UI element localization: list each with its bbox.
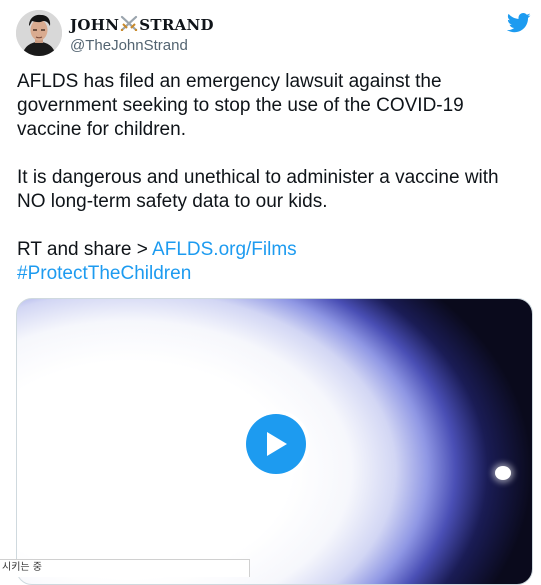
display-name[interactable]: JOHN STRAND [70,15,214,35]
person-portrait-icon [16,10,62,56]
twitter-bird-icon[interactable] [506,12,531,34]
author-handle[interactable]: @TheJohnStrand [70,37,188,54]
display-name-last: STRAND [139,16,214,34]
display-name-first: JOHN [70,16,120,34]
tweet-paragraph: RT and share > AFLDS.org/Films #ProtectTh… [17,238,532,286]
crossed-swords-icon [120,15,138,35]
hashtag-link[interactable]: #ProtectTheChildren [17,263,191,284]
avatar[interactable] [16,10,62,56]
light-orb [495,466,511,480]
overlay-status-text: 시키는 중 [0,559,250,577]
tweet-paragraph: AFLDS has filed an emergency lawsuit aga… [17,71,464,140]
films-link[interactable]: AFLDS.org/Films [152,239,297,260]
play-icon [267,432,287,456]
tweet-text: AFLDS has filed an emergency lawsuit aga… [17,70,532,286]
play-button[interactable] [246,414,306,474]
tweet-paragraph: It is dangerous and unethical to adminis… [17,167,499,212]
share-prompt: RT and share > [17,239,153,260]
video-media[interactable] [16,298,533,585]
